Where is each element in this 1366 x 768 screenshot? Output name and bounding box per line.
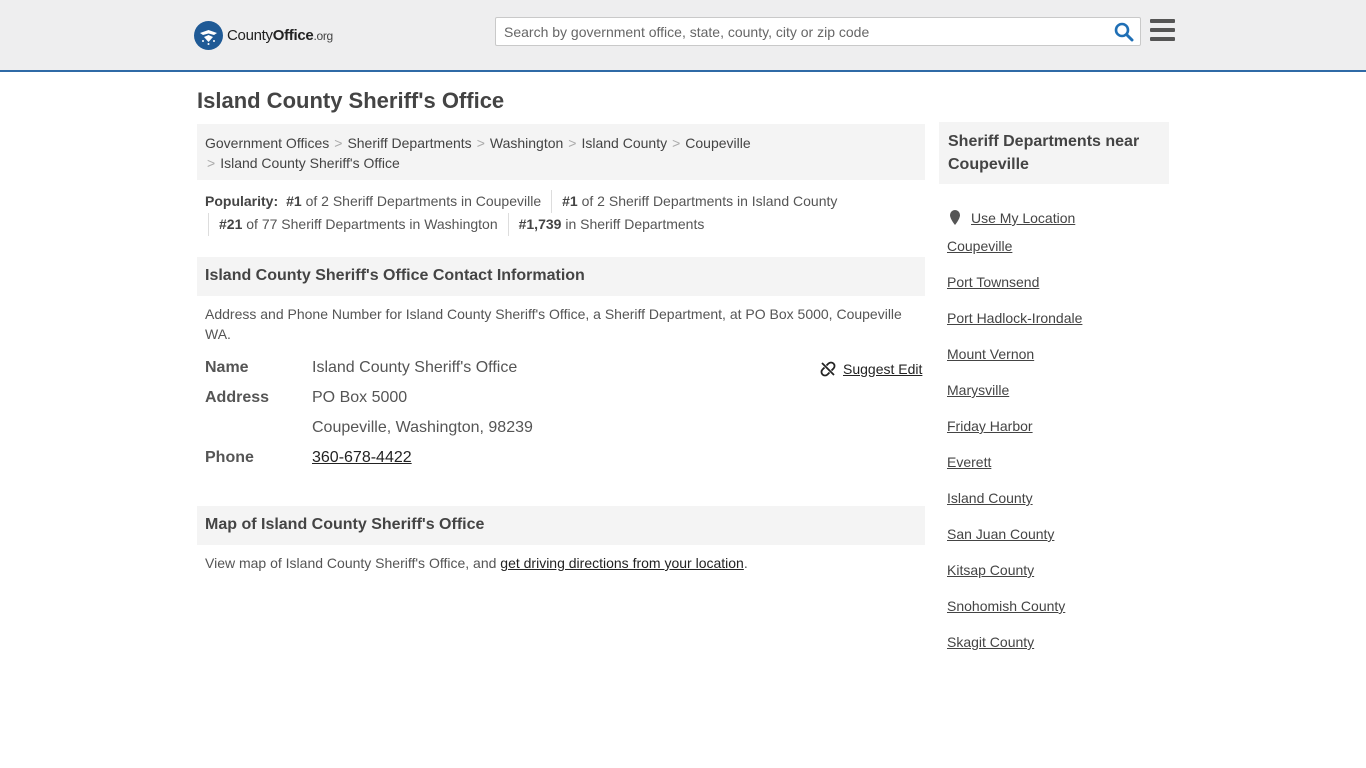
name-value: Island County Sheriff's Office [312, 359, 518, 376]
breadcrumb-separator: > [476, 135, 485, 151]
phone-link[interactable]: 360-678-4422 [312, 449, 412, 467]
popularity-label: Popularity: [205, 193, 279, 209]
popularity-item: #21 of 77 Sheriff Departments in Washing… [208, 213, 508, 236]
list-item: Kitsap County [947, 560, 1082, 596]
list-item: San Juan County [947, 524, 1082, 560]
nearby-link-mount-vernon[interactable]: Mount Vernon [947, 346, 1034, 362]
use-my-location-link[interactable]: Use My Location [971, 208, 1075, 228]
page-title: Island County Sheriff's Office [197, 88, 505, 113]
list-item: Mount Vernon [947, 344, 1082, 380]
site-logo[interactable]: CountyOffice.org [194, 20, 333, 50]
broken-link-icon [820, 361, 836, 377]
nearby-link-port-hadlock-irondale[interactable]: Port Hadlock-Irondale [947, 310, 1082, 326]
list-item: Port Townsend [947, 272, 1082, 308]
site-header: CountyOffice.org [0, 0, 1366, 72]
nearby-link-marysville[interactable]: Marysville [947, 382, 1009, 398]
contact-heading: Island County Sheriff's Office Contact I… [197, 257, 925, 296]
list-item: Skagit County [947, 632, 1082, 668]
popularity-item: #1 of 2 Sheriff Departments in Coupevill… [286, 193, 542, 209]
suggest-edit-link[interactable]: Suggest Edit [843, 361, 922, 377]
address-line-2: Coupeville, Washington, 98239 [312, 419, 533, 436]
search-icon[interactable] [1114, 22, 1134, 42]
breadcrumb-washington[interactable]: Washington [490, 135, 563, 151]
nearby-link-island-county[interactable]: Island County [947, 490, 1033, 506]
breadcrumb-separator: > [334, 135, 343, 151]
breadcrumb-separator: > [568, 135, 577, 151]
logo-text: CountyOffice.org [227, 26, 333, 44]
map-heading: Map of Island County Sheriff's Office [197, 506, 925, 545]
popularity-rankings: Popularity: #1 of 2 Sheriff Departments i… [205, 190, 925, 236]
contact-description: Address and Phone Number for Island Coun… [205, 306, 902, 342]
address-line-1: PO Box 5000 [312, 389, 408, 406]
breadcrumb-government-offices[interactable]: Government Offices [205, 135, 329, 151]
breadcrumb: Government Offices > Sheriff Departments > W… [197, 124, 925, 180]
list-item: Marysville [947, 380, 1082, 416]
nearby-link-san-juan-county[interactable]: San Juan County [947, 526, 1054, 542]
nearby-link-coupeville[interactable]: Coupeville [947, 238, 1012, 254]
list-item: Port Hadlock-Irondale [947, 308, 1082, 344]
use-location-item: Use My Location [947, 200, 1082, 236]
suggest-edit[interactable]: Suggest Edit [820, 361, 922, 377]
breadcrumb-sheriff-departments[interactable]: Sheriff Departments [347, 135, 471, 151]
breadcrumb-separator: > [207, 155, 216, 171]
driving-directions-link[interactable]: get driving directions from your locatio… [500, 555, 744, 571]
nearby-link-friday-harbor[interactable]: Friday Harbor [947, 418, 1033, 434]
phone-label: Phone [205, 449, 254, 466]
county-seal-icon [194, 20, 223, 50]
breadcrumb-separator: > [672, 135, 681, 151]
name-label: Name [205, 359, 249, 376]
list-item: Everett [947, 452, 1082, 488]
nearby-link-snohomish-county[interactable]: Snohomish County [947, 598, 1065, 614]
map-description: View map of Island County Sheriff's Offi… [205, 555, 748, 571]
nearby-link-kitsap-county[interactable]: Kitsap County [947, 562, 1034, 578]
list-item: Snohomish County [947, 596, 1082, 632]
sidebar-heading: Sheriff Departments near Coupeville [939, 122, 1169, 184]
nearby-link-everett[interactable]: Everett [947, 454, 991, 470]
popularity-item: #1 of 2 Sheriff Departments in Island Co… [551, 190, 847, 213]
list-item: Coupeville [947, 236, 1082, 272]
search-box [495, 17, 1141, 46]
list-item: Friday Harbor [947, 416, 1082, 452]
address-label: Address [205, 389, 270, 406]
nearby-list: Use My Location Coupeville Port Townsend… [947, 200, 1082, 668]
search-input[interactable] [496, 18, 1106, 45]
hamburger-menu-icon[interactable] [1150, 19, 1175, 41]
list-item: Island County [947, 488, 1082, 524]
nearby-link-skagit-county[interactable]: Skagit County [947, 634, 1034, 650]
map-pin-icon [950, 210, 960, 225]
nearby-link-port-townsend[interactable]: Port Townsend [947, 274, 1039, 290]
breadcrumb-island-county[interactable]: Island County [581, 135, 667, 151]
breadcrumb-coupeville[interactable]: Coupeville [685, 135, 750, 151]
popularity-item: #1,739 in Sheriff Departments [507, 213, 715, 236]
breadcrumb-current: Island County Sheriff's Office [220, 155, 400, 171]
